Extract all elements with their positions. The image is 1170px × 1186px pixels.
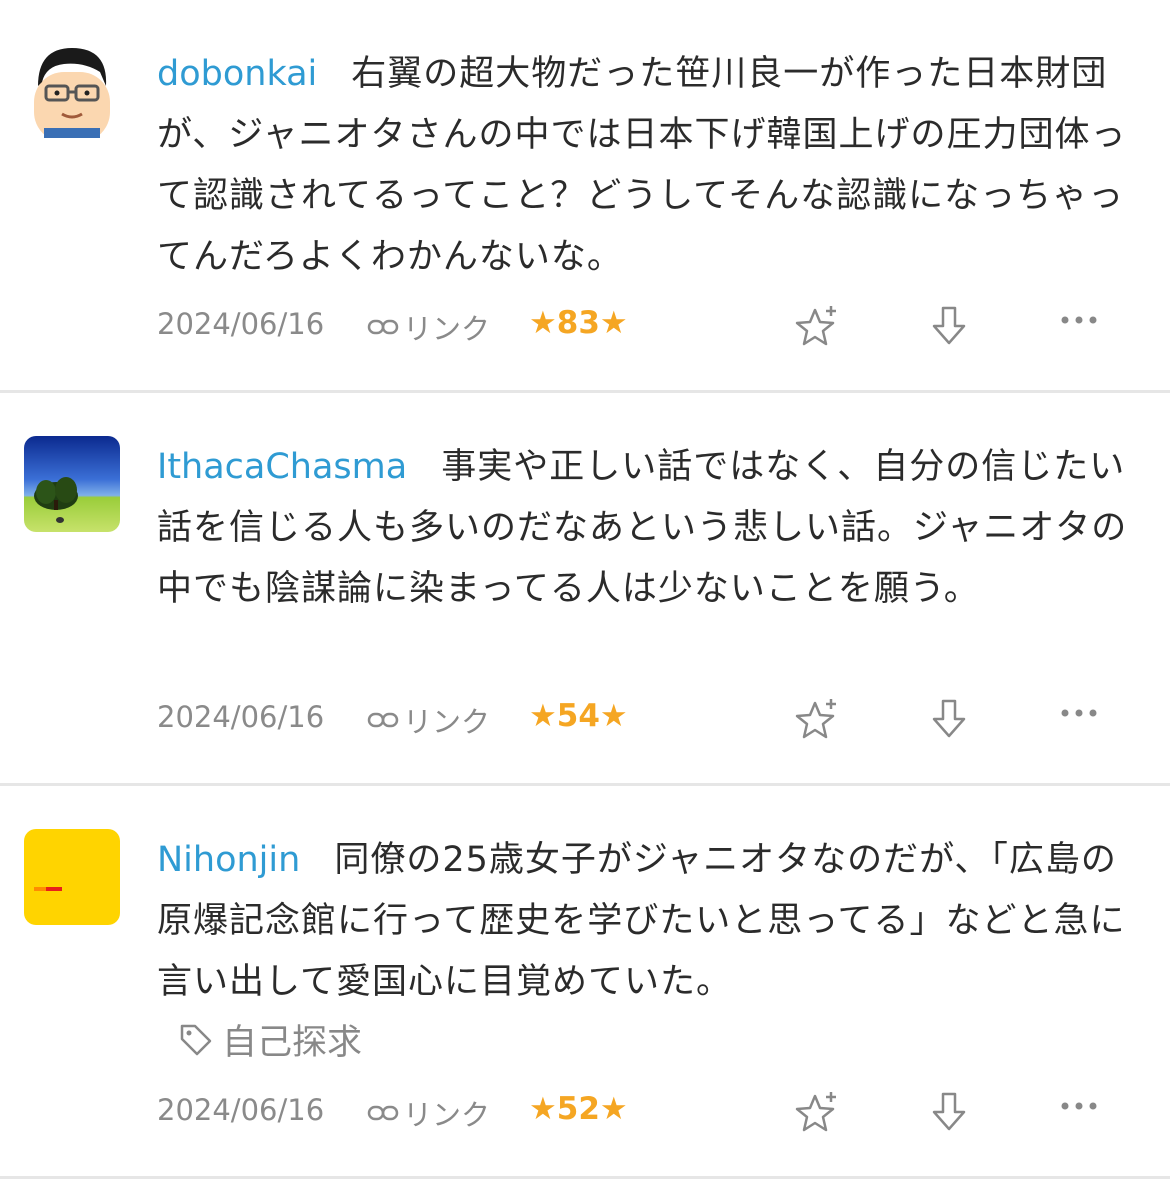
link-label: リンク [403,312,491,346]
down-arrow-icon[interactable] [931,697,967,741]
more-icon[interactable] [1059,1100,1099,1112]
more-icon[interactable] [1059,707,1099,719]
add-star-icon[interactable] [795,1090,839,1134]
comment-date[interactable]: 2024/06/16 [157,307,324,341]
add-star-icon[interactable] [795,304,839,348]
link-label: リンク [403,1098,491,1132]
link-icon [367,1105,399,1121]
comment-meta: 2024/06/16 リンク ★52★ [157,1086,1137,1136]
link-label: リンク [403,705,491,739]
tag-icon [180,1024,212,1055]
username-link[interactable]: dobonkai [157,54,317,94]
tag-label: 自己探求 [222,1023,363,1063]
username-link[interactable]: Nihonjin [157,840,300,880]
comment-text: dobonkai 右翼の超大物だった笹川良一が作った日本財団が、ジャニオタさんの中… [157,44,1142,288]
comment-meta: 2024/06/16 リンク ★54★ [157,693,1137,743]
avatar[interactable] [24,436,120,532]
comment-text: IthacaChasma 事実や正しい話ではなく、自分の信じたい話を信じる人も多い… [157,437,1142,620]
star-count[interactable]: ★83★ [529,305,628,341]
link-icon [367,319,399,335]
comment-meta: 2024/06/16 リンク ★83★ [157,300,1137,350]
permalink[interactable]: リンク [367,699,490,741]
tag[interactable]: 自己探求 [178,1014,362,1065]
more-icon[interactable] [1059,314,1099,326]
star-count[interactable]: ★54★ [529,698,628,734]
comment-body: 同僚の25歳女子がジャニオタなのだが、「広島の原爆記念館に行って歴史を学びたいと… [157,840,1126,1002]
username-link[interactable]: IthacaChasma [157,447,407,487]
avatar[interactable] [24,42,120,138]
permalink[interactable]: リンク [367,1092,490,1134]
add-star-icon[interactable] [795,697,839,741]
separator [0,390,1170,393]
star-count[interactable]: ★52★ [529,1091,628,1127]
avatar[interactable] [24,829,120,925]
down-arrow-icon[interactable] [931,1090,967,1134]
permalink[interactable]: リンク [367,306,490,348]
separator [0,783,1170,786]
down-arrow-icon[interactable] [931,304,967,348]
separator [0,1176,1170,1179]
comment-date[interactable]: 2024/06/16 [157,1093,324,1127]
link-icon [367,712,399,728]
comment-date[interactable]: 2024/06/16 [157,700,324,734]
comment-text: Nihonjin 同僚の25歳女子がジャニオタなのだが、「広島の原爆記念館に行って… [157,830,1142,1013]
